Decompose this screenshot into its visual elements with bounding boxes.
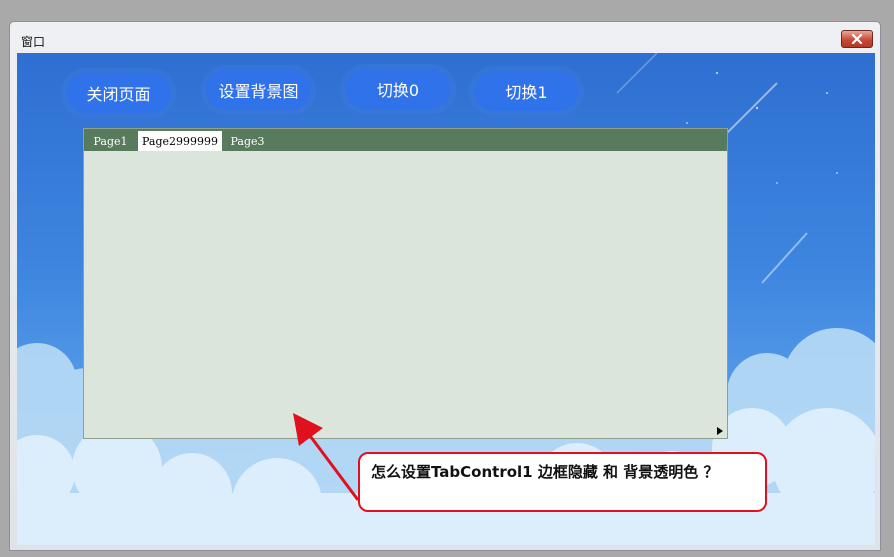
window-title: 窗口 bbox=[21, 35, 46, 49]
tab-page3[interactable]: Page3 bbox=[225, 132, 270, 151]
close-page-button[interactable]: 关闭页面 bbox=[66, 73, 171, 113]
close-button[interactable] bbox=[841, 30, 873, 48]
annotation-callout: 怎么设置TabControl1 边框隐藏 和 背景透明色 ？ bbox=[358, 452, 767, 512]
tab-page1[interactable]: Page1 bbox=[88, 132, 133, 151]
tab-scroll-right-icon[interactable] bbox=[717, 427, 723, 435]
set-background-button[interactable]: 设置背景图 bbox=[206, 70, 311, 110]
tab-page2[interactable]: Page2999999 bbox=[138, 131, 222, 151]
tab-strip: Page1 Page2999999 Page3 bbox=[84, 129, 727, 151]
close-icon bbox=[851, 34, 863, 44]
switch-1-button[interactable]: 切换1 bbox=[474, 71, 579, 111]
tab-control: Page1 Page2999999 Page3 bbox=[83, 128, 728, 439]
switch-0-button[interactable]: 切换0 bbox=[345, 69, 451, 109]
annotation-text: 怎么设置TabControl1 边框隐藏 和 背景透明色 ？ bbox=[371, 463, 719, 481]
